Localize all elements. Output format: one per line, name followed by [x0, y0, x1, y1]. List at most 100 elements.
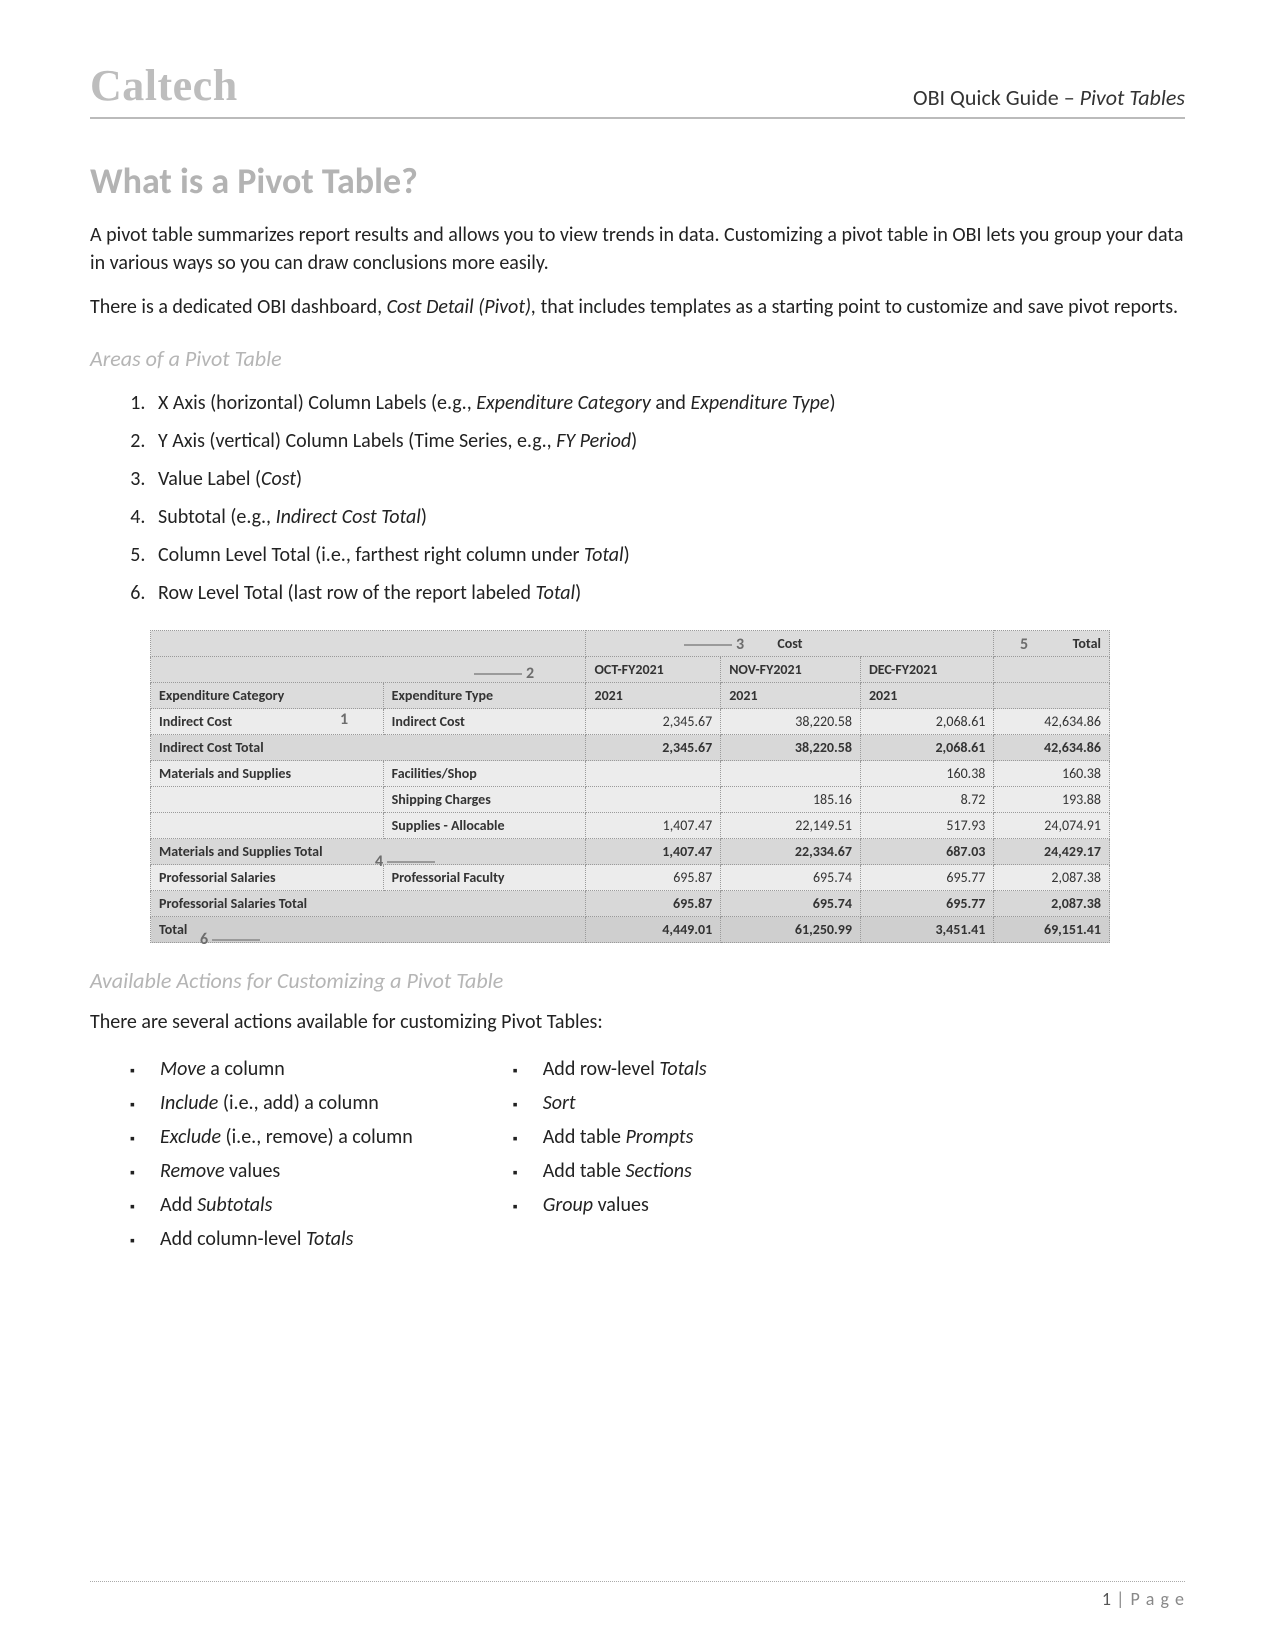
list-item: Move a column	[90, 1052, 413, 1086]
value-cell: 42,634.86	[994, 709, 1110, 735]
category-cell: Indirect Cost	[151, 709, 384, 735]
value-cell: 687.03	[860, 839, 993, 865]
value-cell: 695.87	[586, 891, 721, 917]
list-item: Subtotal (e.g., Indirect Cost Total)	[150, 500, 1185, 534]
period-header: OCT-FY2021	[586, 657, 721, 683]
measure-header: Cost	[586, 631, 994, 657]
col1-label: Expenditure Category	[151, 683, 384, 709]
table-row: Indirect CostIndirect Cost2,345.6738,220…	[151, 709, 1110, 735]
list-item: Row Level Total (last row of the report …	[150, 576, 1185, 610]
value-cell: 2,087.38	[994, 865, 1110, 891]
value-cell: 2,345.67	[586, 735, 721, 761]
value-cell: 38,220.58	[721, 735, 861, 761]
value-cell: 193.88	[994, 787, 1110, 813]
value-cell: 695.77	[860, 891, 993, 917]
value-cell: 160.38	[860, 761, 993, 787]
type-cell: Indirect Cost	[383, 709, 586, 735]
value-cell: 1,407.47	[586, 839, 721, 865]
table-row: Materials and SuppliesFacilities/Shop 160…	[151, 761, 1110, 787]
list-item: Exclude (i.e., remove) a column	[90, 1120, 413, 1154]
table-row: Professorial SalariesProfessorial Facult…	[151, 865, 1110, 891]
page-number: 1	[1102, 1588, 1111, 1610]
value-cell: 2,087.38	[994, 891, 1110, 917]
areas-list: X Axis (horizontal) Column Labels (e.g.,…	[150, 386, 1185, 610]
list-item: X Axis (horizontal) Column Labels (e.g.,…	[150, 386, 1185, 420]
table-row: Indirect Cost Total2,345.6738,220.582,06…	[151, 735, 1110, 761]
list-item: Remove values	[90, 1154, 413, 1188]
table-row: OCT-FY2021 NOV-FY2021 DEC-FY2021	[151, 657, 1110, 683]
value-cell: 4,449.01	[586, 917, 721, 943]
text-run: that includes templates as a starting po…	[536, 295, 1178, 319]
actions-columns: Move a columnInclude (i.e., add) a colum…	[90, 1052, 1185, 1256]
subtotal-label: Professorial Salaries Total	[151, 891, 586, 917]
pivot-table: Cost Total OCT-FY2021 NOV-FY2021 DEC-FY2…	[150, 630, 1110, 943]
intro-paragraph-1: A pivot table summarizes report results …	[90, 221, 1185, 277]
value-cell: 185.16	[721, 787, 861, 813]
value-cell: 2,068.61	[860, 735, 993, 761]
list-item: Value Label (Cost)	[150, 462, 1185, 496]
actions-heading: Available Actions for Customizing a Pivo…	[90, 967, 1185, 994]
table-row: Cost Total	[151, 631, 1110, 657]
table-row: Supplies - Allocable1,407.4722,149.51517…	[151, 813, 1110, 839]
page-header: Caltech OBI Quick Guide – Pivot Tables	[90, 60, 1185, 119]
value-cell: 695.74	[721, 891, 861, 917]
subtotal-label: Indirect Cost Total	[151, 735, 586, 761]
value-cell: 38,220.58	[721, 709, 861, 735]
value-cell: 695.87	[586, 865, 721, 891]
year-header: 2021	[860, 683, 993, 709]
actions-list-right: Add row-level TotalsSortAdd table Prompt…	[473, 1052, 707, 1256]
period-header: NOV-FY2021	[721, 657, 861, 683]
value-cell: 517.93	[860, 813, 993, 839]
value-cell: 160.38	[994, 761, 1110, 787]
list-item: Add table Prompts	[473, 1120, 707, 1154]
actions-intro: There are several actions available for …	[90, 1008, 1185, 1036]
table-row: Professorial Salaries Total695.87695.746…	[151, 891, 1110, 917]
col2-label: Expenditure Type	[383, 683, 586, 709]
intro-paragraph-2: There is a dedicated OBI dashboard, Cost…	[90, 293, 1185, 321]
category-cell: Professorial Salaries	[151, 865, 384, 891]
value-cell: 695.74	[721, 865, 861, 891]
table-row: Total4,449.0161,250.993,451.4169,151.41	[151, 917, 1110, 943]
category-cell	[151, 787, 384, 813]
category-cell: Materials and Supplies	[151, 761, 384, 787]
list-item: Sort	[473, 1086, 707, 1120]
list-item: Add table Sections	[473, 1154, 707, 1188]
value-cell: 24,074.91	[994, 813, 1110, 839]
text-run: There is a dedicated OBI dashboard,	[90, 295, 387, 319]
value-cell: 24,429.17	[994, 839, 1110, 865]
value-cell: 22,334.67	[721, 839, 861, 865]
table-row: Expenditure Category Expenditure Type 20…	[151, 683, 1110, 709]
total-header: Total	[994, 631, 1110, 657]
value-cell	[721, 761, 861, 787]
table-row: Shipping Charges 185.168.72193.88	[151, 787, 1110, 813]
subtotal-label: Materials and Supplies Total	[151, 839, 586, 865]
pivot-table-figure: Cost Total OCT-FY2021 NOV-FY2021 DEC-FY2…	[150, 630, 1110, 943]
value-cell: 22,149.51	[721, 813, 861, 839]
page-word: | P a g e	[1111, 1588, 1185, 1610]
category-cell	[151, 813, 384, 839]
value-cell: 69,151.41	[994, 917, 1110, 943]
list-item: Y Axis (vertical) Column Labels (Time Se…	[150, 424, 1185, 458]
value-cell: 42,634.86	[994, 735, 1110, 761]
value-cell	[586, 761, 721, 787]
text-run-italic: Cost Detail (Pivot),	[387, 295, 536, 319]
type-cell: Shipping Charges	[383, 787, 586, 813]
type-cell: Facilities/Shop	[383, 761, 586, 787]
list-item: Add Subtotals	[90, 1188, 413, 1222]
subtotal-label: Total	[151, 917, 586, 943]
value-cell: 1,407.47	[586, 813, 721, 839]
guide-title: OBI Quick Guide – Pivot Tables	[913, 84, 1185, 111]
value-cell: 61,250.99	[721, 917, 861, 943]
type-cell: Professorial Faculty	[383, 865, 586, 891]
table-row: Materials and Supplies Total1,407.4722,3…	[151, 839, 1110, 865]
actions-list-left: Move a columnInclude (i.e., add) a colum…	[90, 1052, 413, 1256]
value-cell: 2,345.67	[586, 709, 721, 735]
year-header: 2021	[586, 683, 721, 709]
value-cell: 695.77	[860, 865, 993, 891]
logo: Caltech	[90, 60, 238, 111]
guide-topic: Pivot Tables	[1080, 84, 1185, 111]
page-title: What is a Pivot Table?	[90, 159, 1185, 203]
list-item: Column Level Total (i.e., farthest right…	[150, 538, 1185, 572]
areas-heading: Areas of a Pivot Table	[90, 345, 1185, 372]
value-cell: 8.72	[860, 787, 993, 813]
